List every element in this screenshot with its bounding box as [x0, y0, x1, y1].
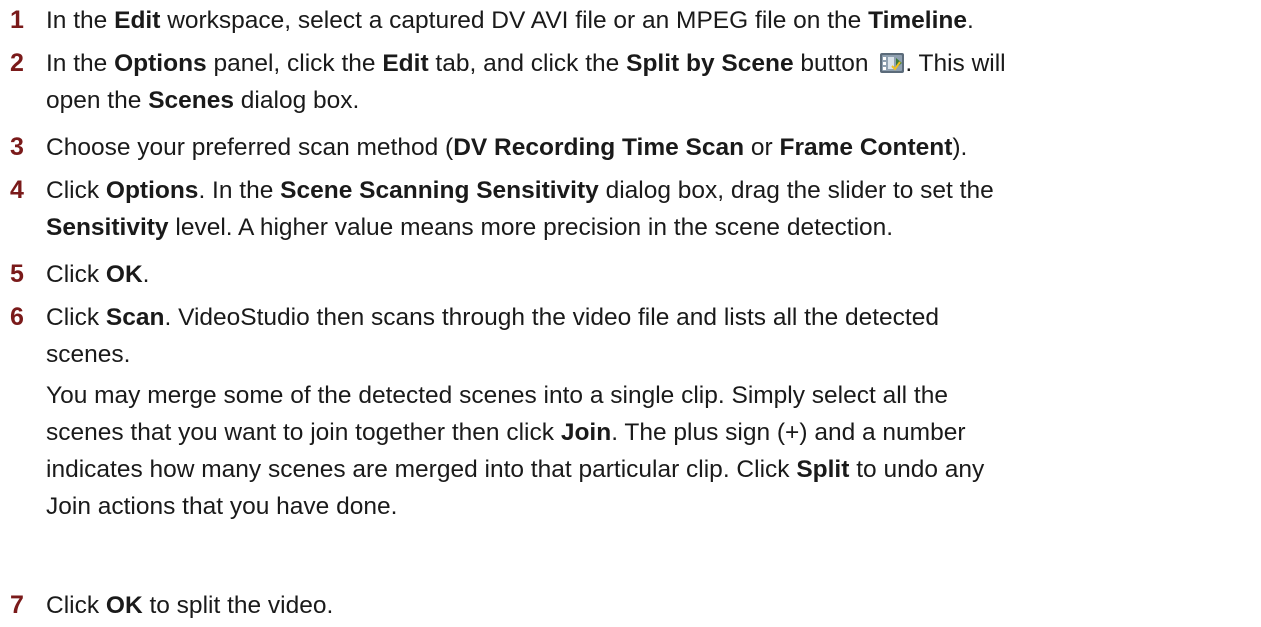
step-number: 2 [10, 49, 24, 77]
step-5: 5 Click OK. [10, 256, 1255, 293]
bold-term: Scene Scanning Sensitivity [280, 177, 599, 204]
step-2: 2 In the Options panel, click the Edit t… [10, 45, 1255, 119]
text-run: You may merge some of the detected scene… [46, 382, 948, 409]
text-run: to split the video. [142, 592, 334, 619]
text-run: dialog box, drag the slider to set the [598, 177, 994, 204]
bold-term: Scenes [148, 87, 234, 114]
text-line: open the Scenes dialog box. [46, 82, 1255, 119]
text-run: workspace, select a captured DV AVI file… [160, 7, 869, 34]
bold-term: Split [796, 456, 850, 483]
text-line: scenes that you want to join together th… [46, 414, 1255, 451]
step-6: 6 Click Scan. VideoStudio then scans thr… [10, 299, 1255, 525]
bold-term: Options [105, 177, 199, 204]
text-line: Click OK. [46, 256, 1255, 293]
step-number: 3 [10, 133, 24, 161]
step-text: Choose your preferred scan method (DV Re… [46, 129, 1255, 166]
step-number: 7 [10, 591, 24, 619]
text-run: . In the [198, 177, 281, 204]
bold-term: Join [560, 419, 612, 446]
text-run: . This will [905, 50, 1006, 77]
text-run: Click [46, 261, 106, 288]
text-line: indicates how many scenes are merged int… [46, 451, 1255, 488]
text-run: indicates how many scenes are merged int… [46, 456, 797, 483]
text-run: Join actions that you have done. [46, 493, 398, 520]
step-text: Click OK to split the video. [46, 587, 1255, 624]
text-run: In the [46, 50, 115, 77]
text-line: In the Edit workspace, select a captured… [46, 2, 1255, 39]
bold-term: Split by Scene [626, 50, 794, 77]
text-line: In the Options panel, click the Edit tab… [46, 45, 1255, 82]
step-3: 3 Choose your preferred scan method (DV … [10, 129, 1255, 166]
text-run: Click [46, 177, 106, 204]
text-run: . VideoStudio then scans through the vid… [164, 304, 939, 331]
text-line: Click Scan. VideoStudio then scans throu… [46, 299, 1255, 336]
bold-term: Scan [105, 304, 165, 331]
bold-term: OK [105, 592, 143, 619]
text-run: dialog box. [234, 87, 360, 114]
text-line: Sensitivity level. A higher value means … [46, 209, 1255, 246]
bold-term: Timeline [868, 7, 968, 34]
text-run: ). [952, 134, 968, 161]
text-run: Click [46, 304, 106, 331]
step-number: 1 [10, 6, 24, 34]
text-run: . [142, 261, 150, 288]
text-run: open the [46, 87, 149, 114]
split-by-scene-icon [879, 48, 905, 73]
bold-term: DV Recording Time Scan [453, 134, 745, 161]
bold-term: Options [114, 50, 207, 77]
text-run: Click [46, 592, 106, 619]
text-run: . [967, 7, 974, 34]
text-line: scenes. [46, 336, 1255, 373]
text-line: You may merge some of the detected scene… [46, 377, 1255, 414]
step-text: Click OK. [46, 256, 1255, 293]
step-number: 6 [10, 303, 24, 331]
step-text: Click Options. In the Scene Scanning Sen… [46, 172, 1255, 246]
text-run: tab, and click the [428, 50, 627, 77]
text-run: to undo any [849, 456, 985, 483]
step-7: 7 Click OK to split the video. [10, 587, 1255, 624]
step-number: 5 [10, 260, 24, 288]
text-line: Click Options. In the Scene Scanning Sen… [46, 172, 1255, 209]
step-note: You may merge some of the detected scene… [46, 377, 1255, 525]
text-run: scenes. [46, 341, 131, 368]
instruction-document: 1 In the Edit workspace, select a captur… [0, 0, 1261, 627]
text-line: Join actions that you have done. [46, 488, 1255, 525]
step-text: In the Options panel, click the Edit tab… [46, 45, 1255, 119]
text-run: or [744, 134, 780, 161]
step-4: 4 Click Options. In the Scene Scanning S… [10, 172, 1255, 246]
bold-term: Sensitivity [46, 214, 169, 241]
step-text: Click Scan. VideoStudio then scans throu… [46, 299, 1255, 373]
text-line: Click OK to split the video. [46, 587, 1255, 624]
bold-term: Frame Content [779, 134, 953, 161]
text-run: button [793, 50, 876, 77]
bold-term: OK [105, 261, 143, 288]
text-run: In the [46, 7, 115, 34]
text-run: Choose your preferred scan method ( [46, 134, 454, 161]
step-1: 1 In the Edit workspace, select a captur… [10, 2, 1255, 39]
step-text: In the Edit workspace, select a captured… [46, 2, 1255, 39]
text-run: scenes that you want to join together th… [46, 419, 561, 446]
step-number: 4 [10, 176, 24, 204]
text-run: panel, click the [206, 50, 383, 77]
bold-term: Edit [382, 50, 429, 77]
text-run: level. A higher value means more precisi… [168, 214, 894, 241]
text-line: Choose your preferred scan method (DV Re… [46, 129, 1255, 166]
bold-term: Edit [114, 7, 161, 34]
text-run: . The plus sign (+) and a number [611, 419, 966, 446]
